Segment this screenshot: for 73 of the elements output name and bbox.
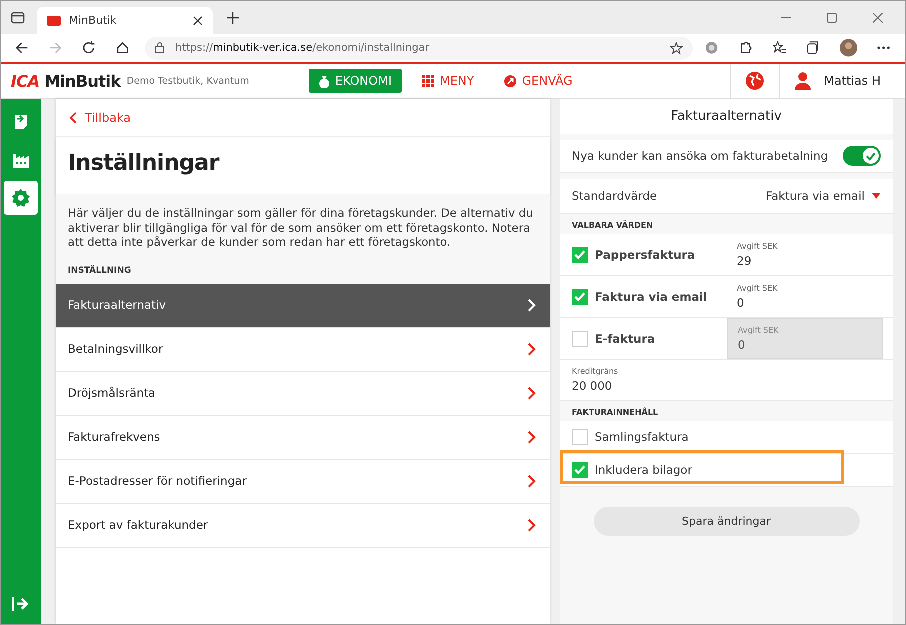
chevron-right-icon <box>528 342 536 356</box>
checkbox[interactable] <box>572 246 588 262</box>
avatar-icon[interactable] <box>840 39 858 57</box>
chevron-right-icon <box>528 386 536 400</box>
puzzle-icon[interactable] <box>739 41 753 55</box>
back-link[interactable]: Tillbaka <box>56 99 550 137</box>
money-bag-icon <box>319 74 330 88</box>
logo[interactable]: ICA MinButik <box>11 72 121 90</box>
favorites-icon[interactable] <box>772 41 786 55</box>
toggle-switch[interactable] <box>843 146 881 166</box>
user-icon <box>794 72 812 90</box>
dropdown[interactable]: Faktura via email <box>766 189 881 203</box>
tab-list-icon[interactable] <box>11 10 25 24</box>
grid-icon <box>422 74 435 88</box>
close-icon[interactable] <box>193 16 203 26</box>
refresh-icon[interactable] <box>82 41 96 55</box>
favicon-icon <box>47 16 61 26</box>
browser-tab[interactable]: MinButik <box>37 7 213 34</box>
maximize-icon[interactable] <box>827 12 837 22</box>
settings-item[interactable]: Fakturafrekvens <box>56 416 550 460</box>
address-field[interactable]: https://minbutik-ver.ica.se/ekonomi/installningar <box>145 36 694 60</box>
option-label: E-faktura <box>595 332 656 346</box>
sidebar-item[interactable] <box>4 181 38 215</box>
fee-field[interactable]: Avgift SEK 29 <box>727 234 883 275</box>
section-heading: INSTÄLLNING <box>68 266 132 276</box>
description: Här väljer du de inställningar som gäller för dina företagskunder. De alternativ du aktiverar blir tillgängliga för val för de som ansöker om ett företagskonto. Notera att detta inte påverkar de kunder som redan har ett företagskonto. <box>68 206 534 250</box>
fee-field[interactable]: Avgift SEK 0 <box>727 276 883 317</box>
checkbox[interactable] <box>572 429 588 445</box>
home-icon[interactable] <box>116 41 130 55</box>
section-heading: VALBARA VÄRDEN <box>571 220 654 232</box>
option-label: Faktura via email <box>595 290 708 304</box>
tab-title: MinButik <box>69 14 118 27</box>
credit-field[interactable]: Kreditgräns 20 000 <box>560 360 893 401</box>
document-arrow-icon <box>12 113 30 131</box>
shortcut-icon <box>504 74 518 88</box>
user-name[interactable]: Mattias H <box>824 74 881 88</box>
chevron-right-icon <box>528 474 536 488</box>
settings-icon <box>11 188 31 208</box>
option-label: Pappersfaktura <box>595 248 696 262</box>
factory-icon <box>12 151 30 169</box>
nav-button[interactable]: MENY <box>412 69 484 93</box>
extension-icon[interactable] <box>705 41 720 55</box>
settings-item[interactable]: Betalningsvillkor <box>56 328 550 372</box>
nav-button[interactable]: GENVÄG <box>494 69 583 93</box>
toggle-label: Nya kunder kan ansöka om fakturabetalning <box>572 149 828 163</box>
section-heading: FAKTURAINNEHÅLL <box>571 406 660 419</box>
settings-item[interactable]: E-Postadresser för notifieringar <box>56 460 550 504</box>
check-icon <box>866 152 876 160</box>
chevron-right-icon <box>528 430 536 444</box>
checkbox[interactable] <box>572 462 588 478</box>
back-arrow-icon[interactable] <box>15 41 29 55</box>
nav-button[interactable]: EKONOMI <box>309 69 402 93</box>
more-icon[interactable] <box>877 46 891 50</box>
option-label: Samlingsfaktura <box>595 430 689 444</box>
lock-icon <box>155 42 166 54</box>
settings-item[interactable]: Export av fakturakunder <box>56 504 550 548</box>
save-button[interactable]: Spara ändringar <box>594 507 860 536</box>
panel-title: Fakturaalternativ <box>560 99 893 134</box>
favorite-star-icon[interactable] <box>670 42 684 54</box>
chevron-left-icon <box>69 112 77 124</box>
field-label: Standardvärde <box>572 189 658 203</box>
chevron-right-icon <box>528 518 536 532</box>
logout-icon[interactable] <box>12 596 30 612</box>
option-label: Inkludera bilagor <box>595 463 692 477</box>
checkbox[interactable] <box>572 288 588 304</box>
collections-icon[interactable] <box>806 41 820 55</box>
caret-icon <box>872 193 881 199</box>
chevron-right-icon <box>528 298 536 312</box>
new-tab-icon[interactable] <box>227 12 239 24</box>
settings-item[interactable]: Fakturaalternativ <box>56 284 550 328</box>
page-title: Inställningar <box>56 137 550 194</box>
store-name: Demo Testbutik, Kvantum <box>126 76 250 86</box>
settings-item[interactable]: Dröjsmålsränta <box>56 372 550 416</box>
